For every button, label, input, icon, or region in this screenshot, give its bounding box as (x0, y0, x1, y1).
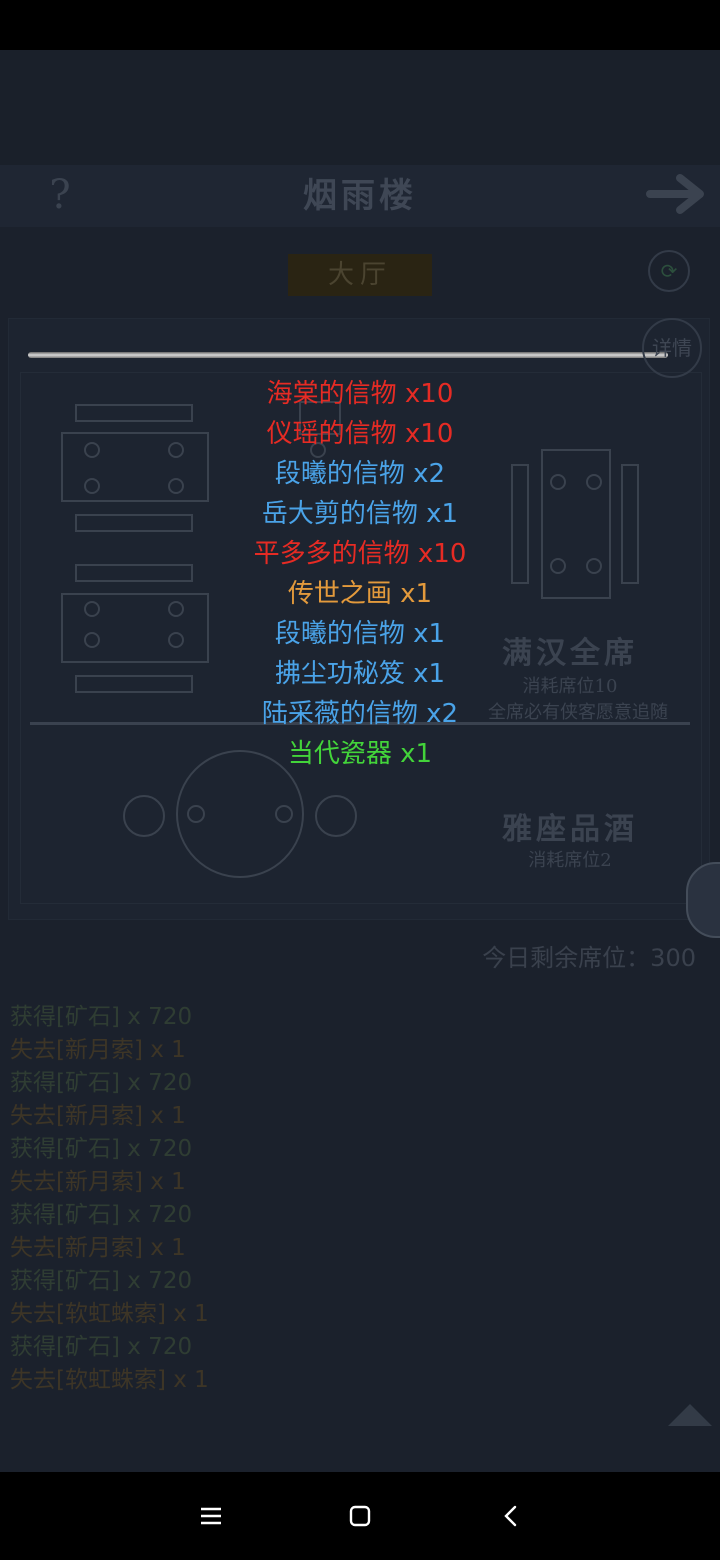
reward-item: 拂尘功秘笈 x1 (274, 659, 446, 689)
log-row: 获得[矿石] x 720 (10, 1202, 193, 1228)
option-wine-tasting-title[interactable]: 雅座品酒 (480, 804, 660, 848)
log-row: 获得[矿石] x 720 (10, 1136, 193, 1162)
home-square-icon[interactable] (335, 1490, 385, 1542)
log-row: 失去[软虹蛛索] x 1 (10, 1301, 209, 1327)
reward-item: 段曦的信物 x2 (274, 459, 446, 489)
reward-item: 岳大剪的信物 x1 (261, 499, 459, 529)
seats-remaining: 今日剩余席位：300 (482, 944, 696, 972)
reward-item: 仪瑶的信物 x10 (266, 419, 454, 449)
log-row: 失去[新月索] x 1 (10, 1169, 186, 1195)
menu-icon[interactable] (186, 1490, 236, 1542)
scroll-up-icon[interactable] (668, 1404, 712, 1426)
log-row: 获得[矿石] x 720 (10, 1268, 193, 1294)
option-wine-tasting-cost: 消耗席位2 (528, 850, 612, 871)
reward-item: 海棠的信物 x10 (266, 379, 454, 409)
reward-item: 当代瓷器 x1 (287, 739, 433, 769)
stool (123, 795, 165, 837)
back-chevron-icon[interactable] (486, 1490, 536, 1542)
log-row: 失去[软虹蛛索] x 1 (10, 1367, 209, 1393)
log-row: 获得[矿石] x 720 (10, 1070, 193, 1096)
log-row: 失去[新月索] x 1 (10, 1103, 186, 1129)
log-row: 获得[矿石] x 720 (10, 1004, 193, 1030)
log-row: 获得[矿石] x 720 (10, 1334, 193, 1360)
log-row: 失去[新月索] x 1 (10, 1037, 186, 1063)
log-row: 失去[新月索] x 1 (10, 1235, 186, 1261)
bench (621, 464, 639, 584)
reward-item: 陆采薇的信物 x2 (261, 699, 459, 729)
reward-item: 传世之画 x1 (287, 579, 433, 609)
reward-item: 平多多的信物 x10 (253, 539, 467, 569)
stool (315, 795, 357, 837)
reward-item: 段曦的信物 x1 (274, 619, 446, 649)
